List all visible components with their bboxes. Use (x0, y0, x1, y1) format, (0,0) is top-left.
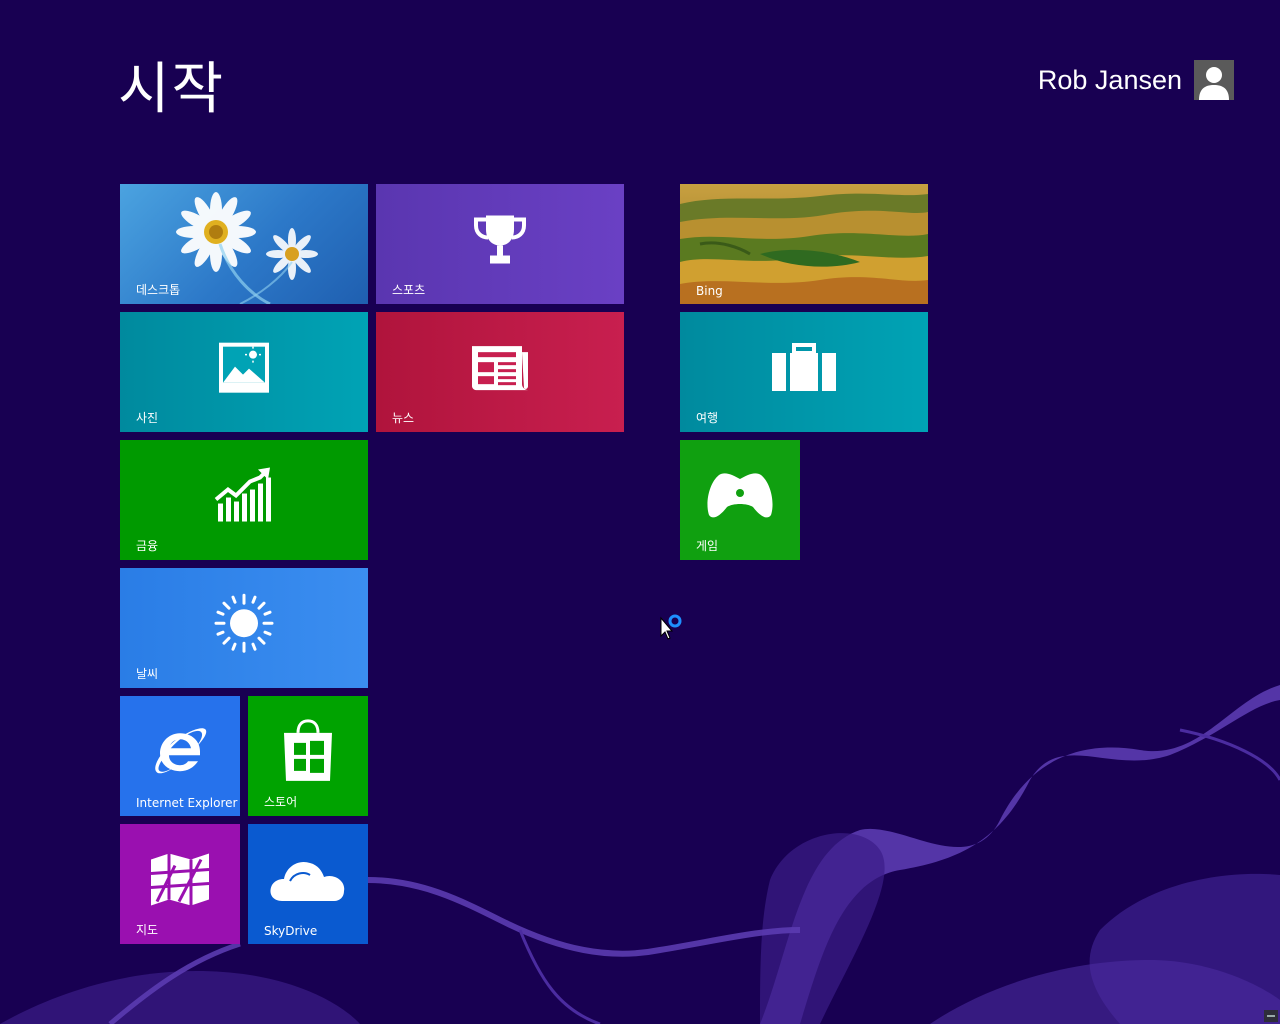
tile-maps[interactable]: 지도 (120, 824, 240, 944)
stock-chart-icon (214, 467, 271, 522)
tile-label: SkyDrive (264, 924, 318, 938)
internet-explorer-icon (155, 728, 207, 774)
tile-bing[interactable]: Bing (680, 184, 928, 304)
tile-finance[interactable]: 금융 (120, 440, 368, 560)
user-name: Rob Jansen (1037, 64, 1182, 95)
tile-label: 데스크톱 (136, 283, 181, 297)
tile-label: 금융 (136, 539, 159, 553)
tile-skydrive[interactable]: SkyDrive (248, 824, 368, 944)
tile-store[interactable]: 스토어 (248, 696, 368, 816)
tile-label: 스토어 (264, 795, 298, 809)
folded-map-icon (150, 853, 210, 906)
tile-label: 여행 (696, 411, 719, 425)
tile-internet-explorer[interactable]: Internet Explorer (120, 696, 240, 816)
tile-label: Internet Explorer (136, 796, 238, 810)
tile-travel[interactable]: 여행 (680, 312, 928, 432)
tile-weather[interactable]: 날씨 (120, 568, 368, 688)
suitcase-icon (772, 343, 836, 391)
tile-label: 스포츠 (392, 283, 426, 297)
tile-label: 사진 (136, 411, 159, 425)
tile-label: Bing (696, 284, 723, 298)
newspaper-icon (472, 346, 528, 391)
cloud-icon (270, 861, 345, 901)
photo-icon (219, 342, 269, 393)
zoom-out-button[interactable] (1264, 1010, 1278, 1022)
user-avatar-icon[interactable] (1194, 60, 1234, 100)
tile-sports[interactable]: 스포츠 (376, 184, 624, 304)
game-controller-icon (707, 473, 773, 518)
tile-label: 지도 (136, 923, 159, 937)
tile-label: 뉴스 (392, 411, 415, 425)
tile-label: 게임 (696, 539, 719, 553)
page-title: 시작 (118, 57, 226, 122)
tile-games[interactable]: 게임 (680, 440, 800, 560)
sun-icon (214, 593, 274, 653)
trophy-icon (474, 215, 526, 264)
mouse-cursor-busy-icon (660, 614, 682, 640)
store-bag-icon (284, 719, 332, 781)
tile-desktop[interactable]: 데스크톱 (120, 184, 368, 304)
tile-news[interactable]: 뉴스 (376, 312, 624, 432)
user-account[interactable]: Rob Jansen (1038, 60, 1234, 100)
tile-photos[interactable]: 사진 (120, 312, 368, 432)
tile-label: 날씨 (136, 667, 159, 681)
